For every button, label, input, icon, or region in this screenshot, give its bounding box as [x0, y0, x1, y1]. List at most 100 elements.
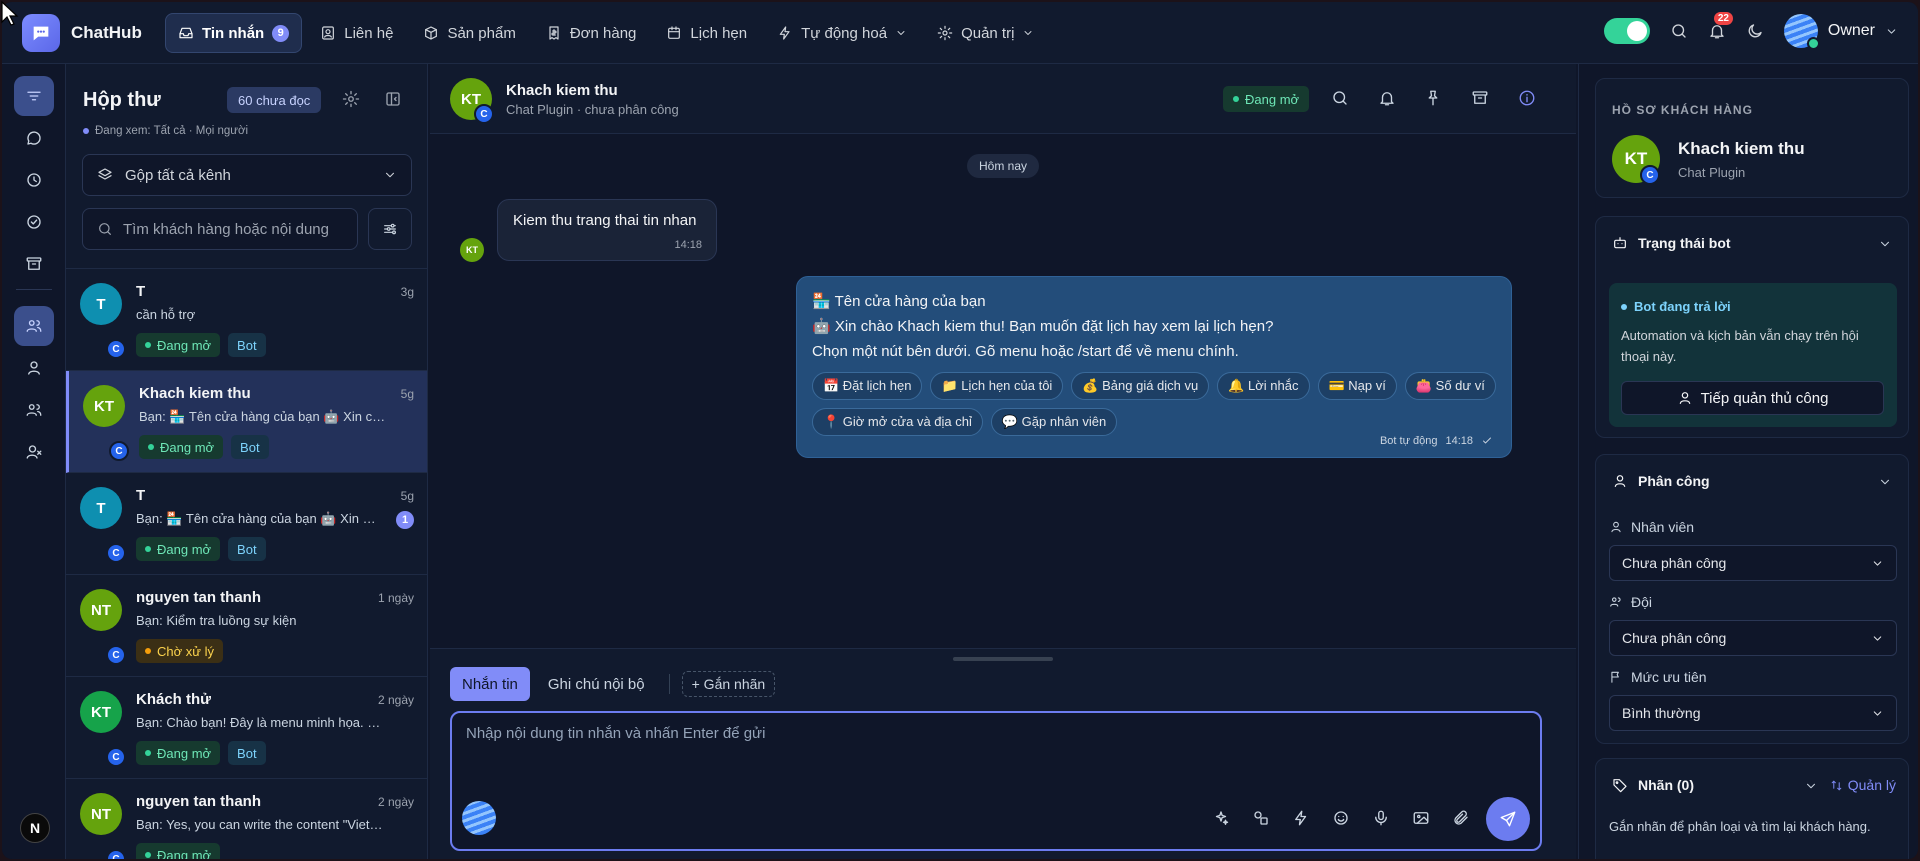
collapse-panel-icon[interactable]: [384, 90, 402, 108]
filter-sliders-button[interactable]: [368, 208, 412, 250]
channel-select[interactable]: Gộp tất cả kênh: [82, 154, 412, 196]
conversation-item[interactable]: T C T 3g cần hỗ trợ Đang mở Bot: [66, 269, 427, 371]
user-remove-icon[interactable]: [14, 432, 54, 472]
global-search-icon[interactable]: [1670, 22, 1688, 40]
conversation-name: T: [136, 283, 146, 300]
microphone-icon[interactable]: [1372, 809, 1390, 827]
chathub-logo-icon[interactable]: [22, 14, 60, 52]
agent-label: Nhân viên: [1609, 519, 1694, 535]
send-button[interactable]: [1486, 797, 1530, 841]
avatar: NT: [80, 589, 122, 631]
sparkles-icon[interactable]: [1212, 809, 1230, 827]
sliders-icon: [384, 223, 396, 235]
field-label-text: Nhân viên: [1631, 519, 1695, 535]
main-nav: Tin nhắn 9 Liên hệ Sản phẩm Đơn hàng Lịc…: [165, 13, 1046, 53]
nav-messages[interactable]: Tin nhắn 9: [165, 13, 303, 53]
quick-reply-balance[interactable]: 👛 Số dư ví: [1404, 372, 1496, 400]
quick-reply-buttons: 📅 Đặt lịch hẹn 📁 Lịch hẹn của tôi 💰 Bảng…: [812, 372, 1502, 436]
card-header[interactable]: Phân công: [1612, 473, 1710, 489]
clock-icon[interactable]: [14, 160, 54, 200]
card-header[interactable]: Trạng thái bot: [1612, 235, 1731, 251]
quick-reply-topup[interactable]: 💳 Nạp ví: [1317, 372, 1397, 400]
unread-count-badge[interactable]: 60 chưa đọc: [227, 87, 322, 113]
nav-appointments[interactable]: Lịch hẹn: [654, 13, 759, 53]
quick-reply-my-appointments[interactable]: 📁 Lịch hẹn của tôi: [930, 372, 1064, 400]
users-icon[interactable]: [14, 306, 54, 346]
quick-reply-reminders[interactable]: 🔔 Lời nhắc: [1217, 372, 1310, 400]
quick-reply-book[interactable]: 📅 Đặt lịch hẹn: [812, 372, 923, 400]
channel-badge: C: [106, 747, 126, 767]
nav-admin[interactable]: Quản trị: [925, 13, 1046, 53]
chevron-down-icon[interactable]: [1804, 779, 1818, 793]
chevron-down-icon[interactable]: [1878, 475, 1892, 489]
moon-icon[interactable]: [1746, 22, 1764, 40]
lightning-icon[interactable]: [1292, 809, 1310, 827]
send-icon: [1500, 811, 1516, 827]
shapes-icon[interactable]: [1252, 809, 1270, 827]
channel-badge: C: [106, 543, 126, 563]
chevron-down-icon[interactable]: [1878, 237, 1892, 251]
conversation-item[interactable]: T C T 5g Bạn: 🏪 Tên cửa hàng của bạn 🤖 X…: [66, 473, 427, 575]
user-icon[interactable]: [14, 348, 54, 388]
chat-contact-name[interactable]: Khach kiem thu: [506, 82, 618, 99]
nav-contacts[interactable]: Liên hệ: [308, 13, 405, 53]
message-input[interactable]: [466, 725, 1516, 785]
info-icon[interactable]: [1518, 89, 1536, 107]
nav-label: Đơn hàng: [569, 24, 637, 42]
archive-icon[interactable]: [14, 244, 54, 284]
nav-orders[interactable]: Đơn hàng: [534, 13, 649, 53]
nav-label: Tự động hoá: [801, 24, 888, 42]
conversation-item[interactable]: NT C nguyen tan thanh 1 ngày Bạn: Kiểm t…: [66, 575, 427, 677]
conversation-item[interactable]: NT C nguyen tan thanh 2 ngày Bạn: Yes, y…: [66, 779, 427, 859]
nav-automation[interactable]: Tự động hoá: [765, 13, 919, 53]
pin-icon[interactable]: [1424, 89, 1442, 107]
user-menu[interactable]: Owner: [1783, 14, 1898, 50]
sender-avatar[interactable]: [462, 801, 496, 835]
tab-internal-note[interactable]: Ghi chú nội bộ: [536, 667, 657, 701]
quick-reply-agent[interactable]: 💬 Gặp nhân viên: [990, 408, 1118, 436]
image-icon[interactable]: [1412, 809, 1430, 827]
emoji-icon[interactable]: [1332, 809, 1350, 827]
chevron-down-icon: [897, 31, 905, 35]
conversation-name: Khach kiem thu: [139, 385, 251, 402]
status-badge[interactable]: Đang mở: [1223, 86, 1310, 112]
takeover-button[interactable]: Tiếp quản thủ công: [1621, 381, 1884, 415]
check-circle-icon[interactable]: [14, 202, 54, 242]
composer-tabs: Nhắn tin Ghi chú nội bộ + Gắn nhãn: [450, 667, 776, 701]
tab-message[interactable]: Nhắn tin: [450, 667, 530, 701]
quick-reply-pricing[interactable]: 💰 Bảng giá dịch vụ: [1071, 372, 1210, 400]
filter-lines-icon[interactable]: [14, 76, 54, 116]
chevron-down-icon: [1887, 28, 1896, 34]
swap-icon: [1831, 780, 1842, 790]
agent-select[interactable]: Chưa phân công: [1609, 545, 1897, 581]
team-select[interactable]: Chưa phân công: [1609, 620, 1897, 656]
chat-bubble-icon[interactable]: [14, 118, 54, 158]
inbox-settings-gear-icon[interactable]: [342, 90, 360, 108]
conversation-item-selected[interactable]: KT C Khach kiem thu 5g Bạn: 🏪 Tên cửa hà…: [66, 371, 427, 473]
day-separator: Hôm nay: [967, 154, 1040, 178]
inbox-panel: Hộp thư 60 chưa đọc Đang xem: Tất cả · M…: [66, 64, 428, 859]
profile-name[interactable]: Khach kiem thu: [1678, 139, 1805, 159]
icon-rail: N: [2, 64, 66, 859]
nav-products[interactable]: Sản phẩm: [411, 13, 527, 53]
chevron-down-icon: [1873, 635, 1882, 641]
quick-reply-hours[interactable]: 📍 Giờ mở cửa và địa chỉ: [812, 408, 983, 436]
conversation-time: 2 ngày: [377, 795, 414, 809]
resize-handle[interactable]: [953, 657, 1053, 661]
bell-icon[interactable]: [1378, 89, 1396, 107]
conversation-item[interactable]: KT C Khách thử 2 ngày Bạn: Chào bạn! Đây…: [66, 677, 427, 779]
status-badge: Đang mở: [136, 537, 221, 561]
team-icon[interactable]: [14, 390, 54, 430]
search-input[interactable]: Tìm khách hàng hoặc nội dung: [82, 208, 358, 250]
priority-select[interactable]: Bình thường: [1609, 695, 1897, 731]
online-toggle[interactable]: [1603, 18, 1650, 44]
archive-icon[interactable]: [1471, 89, 1489, 107]
search-icon[interactable]: [1331, 89, 1349, 107]
account-avatar[interactable]: N: [20, 813, 50, 843]
manage-labels-link[interactable]: Quản lý: [1830, 777, 1896, 793]
mouse-cursor-icon: [1, 0, 19, 26]
paperclip-icon[interactable]: [1452, 809, 1470, 827]
bell-icon[interactable]: 22: [1708, 12, 1733, 40]
add-label-button[interactable]: + Gắn nhãn: [681, 671, 776, 697]
card-header[interactable]: Nhãn (0): [1612, 777, 1694, 793]
